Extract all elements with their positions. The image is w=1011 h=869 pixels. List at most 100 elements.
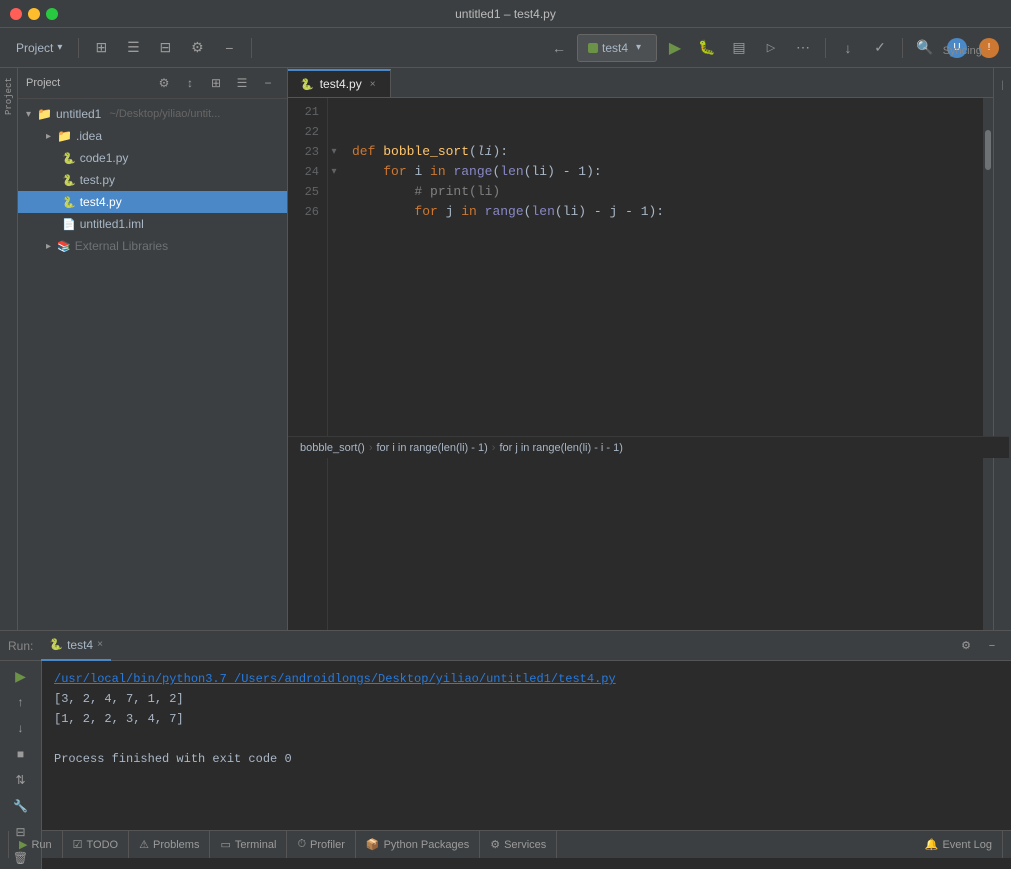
more-run-btn[interactable]: ⋯ <box>789 34 817 62</box>
settings-btn[interactable]: ⚙ <box>183 34 211 62</box>
breadcrumb-sep-1: › <box>369 442 373 454</box>
tree-item-code1[interactable]: 🐍 code1.py <box>18 147 287 169</box>
tree-item-test4[interactable]: 🐍 test4.py <box>18 191 287 213</box>
status-run[interactable]: ▶ Run <box>8 831 63 858</box>
builtin-range: range <box>453 162 492 182</box>
wrench-icon: 🔧 <box>13 799 28 813</box>
code-editor[interactable]: 21 22 23 24 25 26 ▾ ▾ def bobble_sor <box>288 98 993 630</box>
run-label: Run: <box>8 639 33 653</box>
code-content[interactable]: def bobble_sort(li): for i in range(len(… <box>340 98 983 630</box>
tab-close-btn[interactable]: × <box>368 79 378 90</box>
layout-btn-2[interactable]: ☰ <box>119 34 147 62</box>
panel-gear-btn[interactable]: ☰ <box>231 72 253 94</box>
layout-btn-3[interactable]: ⊟ <box>151 34 179 62</box>
vcs-commit-icon: ✓ <box>874 39 886 56</box>
minimize-button[interactable] <box>28 8 40 20</box>
window-controls[interactable] <box>10 8 58 20</box>
run-panel-toolbar: ⚙ − <box>955 635 1003 657</box>
panel-scroll-btn[interactable]: ↕ <box>179 72 201 94</box>
left-sidebar-icons: Project <box>0 68 18 630</box>
status-python-packages[interactable]: 📦 Python Packages <box>356 831 480 858</box>
keyword-for-2: for <box>414 202 445 222</box>
debug-button[interactable]: 🐛 <box>693 34 721 62</box>
panel-expand-btn[interactable]: ⊞ <box>205 72 227 94</box>
breadcrumb-loop2[interactable]: for j in range(len(li) - i - 1) <box>499 442 622 454</box>
status-todo[interactable]: ☑ TODO <box>63 831 129 858</box>
status-profiler[interactable]: ⏱ Profiler <box>287 831 355 858</box>
breadcrumb-loop1[interactable]: for i in range(len(li) - 1) <box>377 442 488 454</box>
close-button[interactable] <box>10 8 22 20</box>
coverage-button[interactable]: ▤ <box>725 34 753 62</box>
tree-item-iml[interactable]: 📄 untitled1.iml <box>18 213 287 235</box>
profile-button[interactable]: ▷ <box>757 34 785 62</box>
todo-label: TODO <box>87 839 119 851</box>
layout-icon-2: ☰ <box>127 39 140 56</box>
line-num-21: 21 <box>288 102 319 122</box>
minus-btn[interactable]: − <box>215 34 243 62</box>
gutter-25 <box>328 182 340 202</box>
editor-scrollbar[interactable] <box>983 98 993 630</box>
sort-btn[interactable]: ⇅ <box>10 769 32 791</box>
project-menu-button[interactable]: Project ▾ <box>8 34 70 62</box>
run-panel-settings-btn[interactable]: ⚙ <box>955 635 977 657</box>
gutter-23[interactable]: ▾ <box>328 142 340 162</box>
back-btn[interactable]: ← <box>545 34 573 62</box>
bug-icon: 🐛 <box>698 39 715 56</box>
run-tab-python-icon: 🐍 <box>49 638 63 651</box>
run-config-label: test4 <box>602 41 628 55</box>
status-event-log[interactable]: 🔔 Event Log <box>915 831 1003 858</box>
status-terminal[interactable]: ▭ Terminal <box>210 831 287 858</box>
comment-print: # print(li) <box>414 182 500 202</box>
status-problems[interactable]: ⚠ Problems <box>129 831 210 858</box>
right-icon-1[interactable]: | <box>999 76 1005 96</box>
terminal-icon: ▭ <box>220 838 230 851</box>
project-icon[interactable]: Project <box>1 88 17 104</box>
scrollbar-thumb[interactable] <box>985 130 991 170</box>
wrench-btn[interactable]: 🔧 <box>10 795 32 817</box>
expand-icon: ▾ <box>26 109 31 120</box>
toolbar-separator-4 <box>902 38 903 58</box>
layout-btn-1[interactable]: ⊞ <box>87 34 115 62</box>
tab-test4[interactable]: 🐍 test4.py × <box>288 69 391 97</box>
play-icon-small: ▶ <box>15 668 26 685</box>
gutter-24[interactable]: ▾ <box>328 162 340 182</box>
tree-root[interactable]: ▾ 📁 untitled1 ~/Desktop/yiliao/untit... <box>18 103 287 125</box>
breadcrumb-sep-2: › <box>492 442 496 454</box>
services-icon: ⚙ <box>490 838 500 851</box>
run-tab-test4[interactable]: 🐍 test4 × <box>41 631 111 661</box>
run-panel-close-btn[interactable]: − <box>981 635 1003 657</box>
stop-btn[interactable]: ■ <box>10 743 32 765</box>
vcs-commit-btn[interactable]: ✓ <box>866 34 894 62</box>
scroll-down-btn[interactable]: ↓ <box>10 717 32 739</box>
output-exit-text: Process finished with exit code 0 <box>54 749 292 769</box>
tree-item-ext-libs[interactable]: ▸ 📚 External Libraries <box>18 235 287 257</box>
maximize-button[interactable] <box>46 8 58 20</box>
python-file-icon-test: 🐍 <box>62 174 76 187</box>
run-configuration[interactable]: test4 ▾ <box>577 34 657 62</box>
down-arrow-icon: ↓ <box>18 721 24 735</box>
main-layout: Project Project ⚙ ↕ ⊞ ☰ − ▾ 📁 untitled1 … <box>0 68 1011 630</box>
tree-item-test[interactable]: 🐍 test.py <box>18 169 287 191</box>
tree-item-idea[interactable]: ▸ 📁 .idea <box>18 125 287 147</box>
gutter-22 <box>328 122 340 142</box>
panel-minus-btn[interactable]: − <box>257 72 279 94</box>
output-line-3: [1, 2, 2, 3, 4, 7] <box>54 709 999 729</box>
scroll-up-btn[interactable]: ↑ <box>10 691 32 713</box>
vcs-update-icon: ↓ <box>845 40 852 56</box>
run-panel: Run: 🐍 test4 × ⚙ − ▶ ↑ ↓ ■ <box>0 630 1011 830</box>
test4-name: test4.py <box>80 195 122 209</box>
coverage-icon: ▤ <box>732 39 745 56</box>
file-tree: ▾ 📁 untitled1 ~/Desktop/yiliao/untit... … <box>18 99 287 630</box>
vcs-update-btn[interactable]: ↓ <box>834 34 862 62</box>
run-tab-close-btn[interactable]: × <box>97 639 103 650</box>
breadcrumb-func[interactable]: bobble_sort() <box>300 442 365 454</box>
rerun-button[interactable]: ▶ <box>10 665 32 687</box>
output-link[interactable]: /usr/local/bin/python3.7 /Users/androidl… <box>54 669 616 689</box>
run-button[interactable]: ▶ <box>661 34 689 62</box>
code-gutter: ▾ ▾ <box>328 98 340 630</box>
search-everywhere-btn[interactable]: 🔍 <box>911 34 939 62</box>
panel-settings-btn[interactable]: ⚙ <box>153 72 175 94</box>
status-services[interactable]: ⚙ Services <box>480 831 557 858</box>
run-status-label: Run <box>31 839 51 851</box>
toolbar-separator-1 <box>78 38 79 58</box>
